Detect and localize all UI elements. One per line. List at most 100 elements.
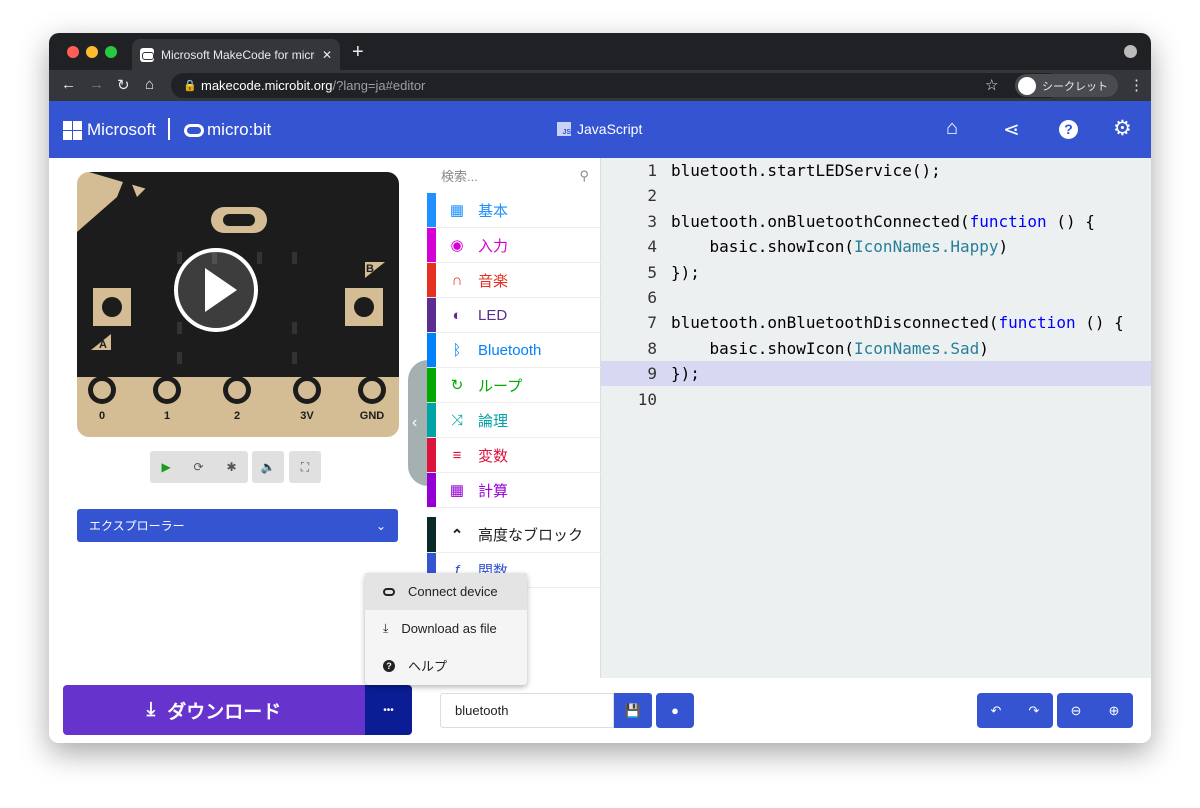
shuffle-icon: ⤨ (450, 411, 463, 429)
category-color-bar (427, 193, 436, 227)
toggle-icon: ◐ (452, 306, 462, 324)
help-icon[interactable]: ? (1059, 120, 1078, 139)
play-button[interactable]: ▶ (161, 460, 170, 474)
search-icon: ⚲ (579, 167, 589, 183)
browser-window: Microsoft MakeCode for micro: ✕ + ← → ↻ … (49, 33, 1151, 743)
search-placeholder: 検索... (441, 169, 478, 184)
debug-button[interactable]: ✱ (226, 460, 236, 474)
simulator-controls: ▶ ⟳ ✱ (150, 451, 248, 483)
code-line[interactable]: 5}); (601, 260, 1151, 285)
star-icon[interactable]: ☆ (985, 76, 998, 94)
url-input[interactable]: 🔒 makecode.microbit.org/?lang=ja#editor … (171, 73, 1061, 98)
category-color-bar (427, 473, 436, 507)
menu-item-download-as-file[interactable]: ⤓ Download as file (365, 610, 527, 647)
new-tab-button[interactable]: + (352, 41, 364, 64)
project-name-input[interactable]: bluetooth (440, 693, 614, 728)
category-label: 音楽 (478, 272, 509, 290)
category-label: 変数 (478, 447, 509, 465)
microsoft-logo[interactable]: Microsoft (63, 120, 156, 140)
menu-item-label: Download as file (401, 621, 497, 636)
category-color-bar (427, 263, 436, 297)
undo-redo-group: ↶ ↷ (977, 693, 1053, 728)
category-color-bar (427, 298, 436, 332)
code-text: }); (671, 262, 700, 282)
code-line[interactable]: 9}); (601, 361, 1151, 387)
code-line[interactable]: 6 (601, 285, 1151, 310)
category-label: ループ (478, 377, 523, 395)
code-line[interactable]: 3 bluetooth.onBluetoothConnected(function… (601, 209, 1151, 234)
redo-button[interactable]: ↷ (1029, 703, 1040, 719)
mute-button[interactable]: 🔈 (252, 451, 284, 483)
code-editor[interactable]: 1 bluetooth.startLEDService(); 2 3 bluetooth… (601, 158, 1151, 678)
fullscreen-button[interactable]: ⛶ (289, 451, 321, 483)
browser-tab[interactable]: Microsoft MakeCode for micro: ✕ (132, 39, 340, 70)
zoom-in-button[interactable]: ⊕ (1109, 703, 1120, 719)
share-icon[interactable]: ⋖ (1003, 117, 1020, 142)
code-line[interactable]: 1 bluetooth.startLEDService(); (601, 158, 1151, 183)
incognito-icon (1018, 76, 1036, 95)
restart-button[interactable]: ⟳ (194, 460, 204, 474)
microbit-simulator[interactable]: A B 0 1 2 3V GND (77, 172, 399, 437)
home-icon[interactable]: ⌂ (145, 76, 154, 93)
microsoft-text: Microsoft (87, 120, 156, 139)
code-line[interactable]: 10 (601, 387, 1151, 412)
list-icon: ≡ (452, 446, 462, 464)
github-button[interactable]: ● (656, 693, 694, 728)
microbit-logo[interactable]: micro:bit (184, 120, 271, 140)
category-color-bar (427, 333, 436, 367)
tab-search-icon[interactable] (1124, 45, 1137, 58)
toolbox-category[interactable]: ≡ 変数 (427, 438, 601, 473)
toolbox-category[interactable]: ↻ ループ (427, 368, 601, 403)
lock-icon: 🔒 (183, 80, 197, 92)
toolbox-advanced[interactable]: ⌃ 高度なブロック (427, 517, 601, 553)
menu-item-connect-device[interactable]: Connect device (365, 573, 527, 610)
toolbox-category[interactable]: ⤨ 論理 (427, 403, 601, 438)
save-icon: 💾 (624, 702, 642, 718)
toolbox-category[interactable]: ▦ 計算 (427, 473, 601, 508)
save-button[interactable]: 💾 (614, 693, 652, 728)
category-color-bar (427, 368, 436, 402)
forward-icon[interactable]: → (89, 76, 104, 93)
microbit-text: micro:bit (207, 120, 272, 139)
button-a-label: A (99, 339, 107, 351)
download-label: ダウンロード (167, 701, 282, 723)
download-button[interactable]: ⤓ ダウンロード (63, 685, 365, 735)
toolbox-category[interactable]: ▦ 基本 (427, 193, 601, 228)
close-tab-icon[interactable]: ✕ (322, 48, 332, 62)
reload-icon[interactable]: ↻ (117, 76, 130, 94)
js-icon: JS (557, 122, 571, 136)
undo-button[interactable]: ↶ (991, 703, 1002, 719)
profile-label: シークレット (1042, 80, 1108, 93)
settings-icon[interactable]: ⚙ (1113, 116, 1132, 141)
menu-item-help[interactable]: ? ヘルプ (365, 647, 527, 684)
back-icon[interactable]: ← (61, 76, 76, 93)
code-line[interactable]: 2 (601, 183, 1151, 208)
maximize-window-button[interactable] (105, 46, 117, 58)
line-number: 7 (647, 313, 657, 333)
code-line[interactable]: 7 bluetooth.onBluetoothDisconnected(funct… (601, 310, 1151, 335)
toolbox-category[interactable]: ᛒ Bluetooth (427, 333, 601, 368)
fullscreen-icon: ⛶ (300, 459, 310, 474)
more-download-options-button[interactable]: ••• (365, 685, 412, 735)
code-line[interactable]: 8 basic.showIcon(IconNames.Sad) (601, 336, 1151, 361)
zoom-out-button[interactable]: ⊖ (1071, 703, 1082, 719)
toolbox-category[interactable]: ◐ LED (427, 298, 601, 333)
toolbox-category[interactable]: ∩ 音楽 (427, 263, 601, 298)
headphones-icon: ∩ (451, 271, 463, 289)
toolbox-search[interactable]: 検索... ⚲ (427, 158, 601, 193)
javascript-mode-button[interactable]: JS JavaScript (557, 121, 642, 137)
toolbox-category[interactable]: ◉ 入力 (427, 228, 601, 263)
code-text: basic.showIcon(IconNames.Happy) (671, 237, 1009, 257)
category-label: 基本 (478, 202, 509, 220)
category-color-bar (427, 438, 436, 472)
explorer-button[interactable]: エクスプローラー ⌄ (77, 509, 398, 542)
microbit-icon (383, 587, 395, 596)
code-line[interactable]: 4 basic.showIcon(IconNames.Happy) (601, 234, 1151, 259)
browser-menu-icon[interactable]: ⋮ (1129, 76, 1144, 94)
close-window-button[interactable] (67, 46, 79, 58)
home-icon[interactable]: ⌂ (946, 117, 958, 140)
minimize-window-button[interactable] (86, 46, 98, 58)
code-text: }); (671, 364, 700, 384)
code-text: basic.showIcon(IconNames.Sad) (671, 338, 989, 358)
incognito-profile-button[interactable]: シークレット (1015, 74, 1118, 97)
